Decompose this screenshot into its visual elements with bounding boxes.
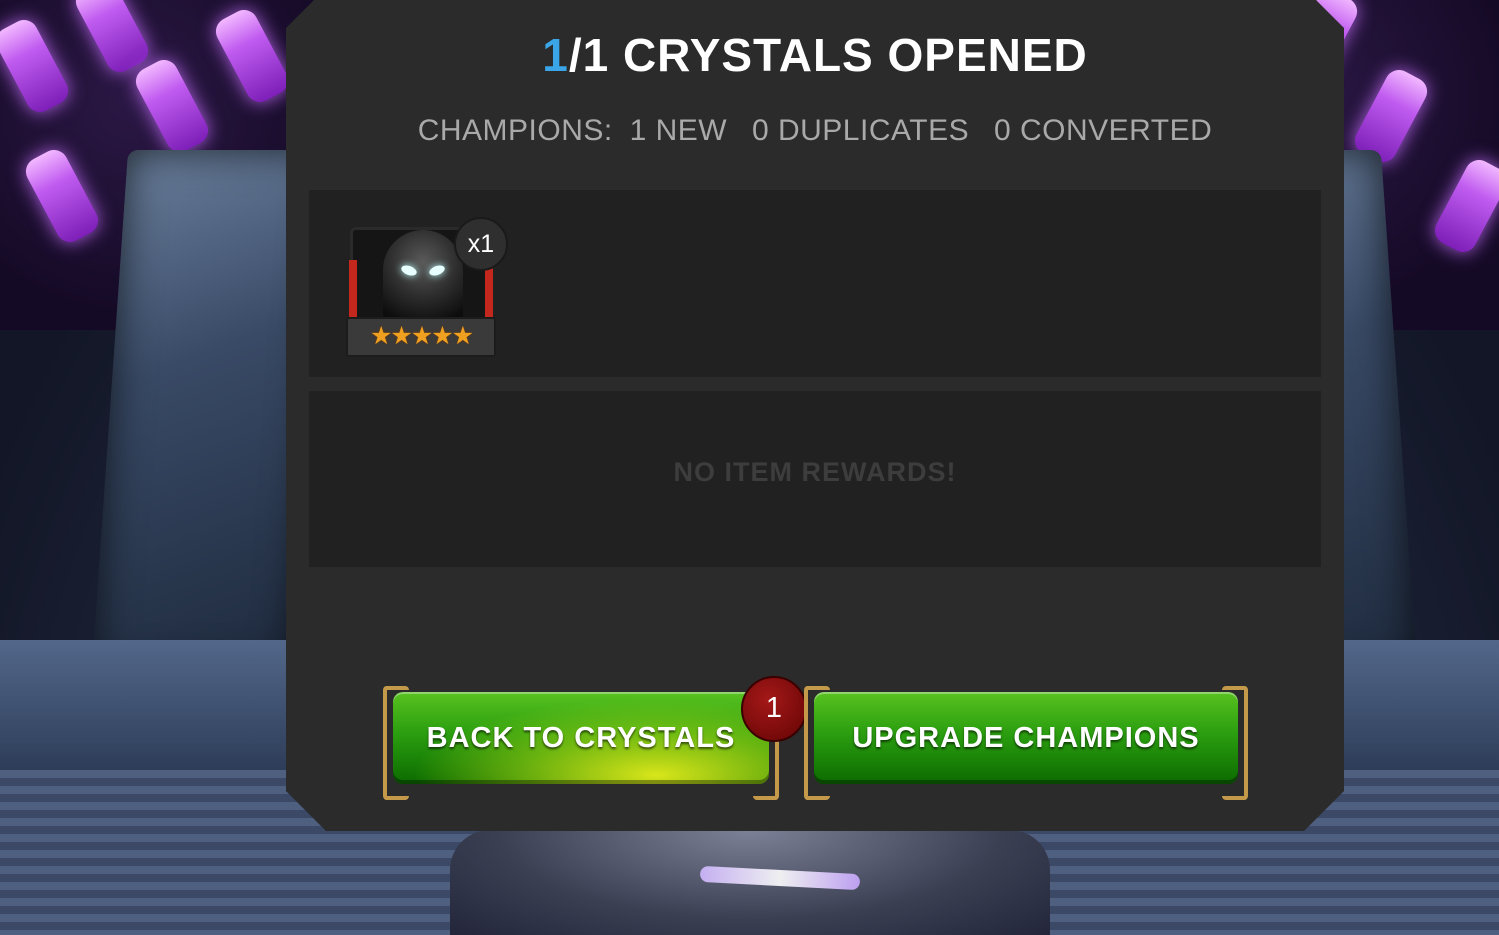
champions-label: CHAMPIONS: (417, 114, 613, 147)
champions-summary: CHAMPIONS: 1 NEW 0 DUPLICATES 0 CONVERTE… (286, 114, 1344, 148)
champion-quantity-badge: x1 (454, 217, 508, 271)
crystals-opened-text: /1 CRYSTALS OPENED (568, 29, 1088, 81)
duplicates-count: 0 DUPLICATES (751, 114, 970, 147)
notification-badge: 1 (741, 676, 807, 742)
upgrade-champions-button[interactable]: UPGRADE CHAMPIONS (804, 686, 1248, 800)
star-rating-icon: ★★★★★ (346, 317, 496, 357)
item-rewards-list: NO ITEM REWARDS! (309, 391, 1321, 567)
back-to-crystals-label: BACK TO CRYSTALS (393, 692, 769, 784)
dialog-title: 1/1 CRYSTALS OPENED (286, 28, 1344, 82)
upgrade-champions-label: UPGRADE CHAMPIONS (814, 692, 1238, 784)
purple-crystal-icon (0, 15, 74, 117)
purple-crystal-icon (130, 55, 214, 157)
purple-crystal-icon (1429, 155, 1499, 257)
purple-crystal-icon (20, 145, 104, 247)
new-count: 1 NEW (629, 114, 728, 147)
champion-card[interactable]: x1 ★★★★★ (346, 217, 496, 357)
no-item-rewards-message: NO ITEM REWARDS! (673, 457, 957, 487)
spider-man-portrait-icon (383, 230, 463, 330)
back-to-crystals-button[interactable]: BACK TO CRYSTALS (383, 686, 779, 800)
button-bracket-right (1222, 686, 1248, 800)
mask-eye-icon (400, 264, 418, 278)
purple-crystal-icon (210, 5, 294, 107)
mask-eye-icon (428, 264, 446, 278)
converted-count: 0 CONVERTED (993, 114, 1213, 147)
purple-crystal-icon (70, 0, 154, 77)
crystals-opened-count: 1 (542, 29, 569, 81)
champion-rewards-list: x1 ★★★★★ (309, 190, 1321, 377)
